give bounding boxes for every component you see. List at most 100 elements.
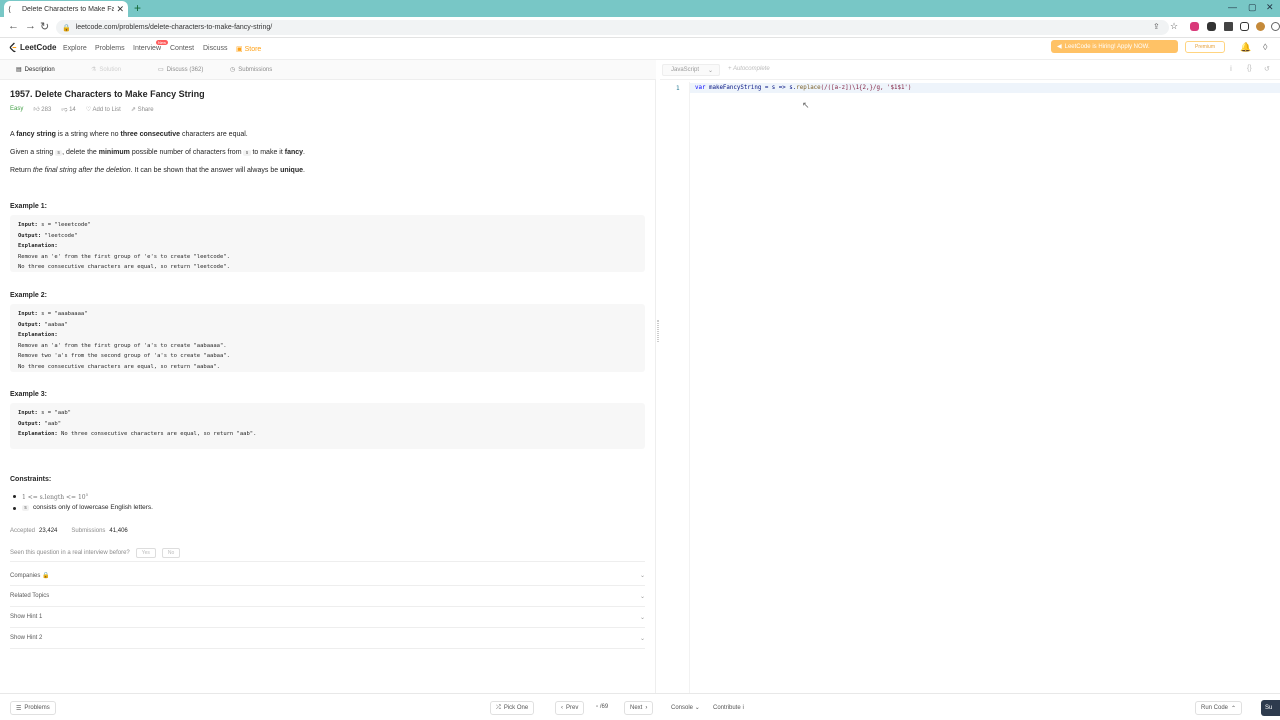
extension-icon[interactable] [1207, 22, 1216, 31]
tab-discuss[interactable]: ▭ Discuss (362) [158, 66, 204, 74]
reset-icon[interactable]: ↺ [1264, 65, 1270, 73]
contribute-link[interactable]: Contribute ⅰ [713, 704, 744, 711]
input-value: s = "aaabaaaa" [37, 311, 88, 317]
puzzle-icon[interactable] [1224, 22, 1233, 31]
example-heading: Example 2: [10, 292, 47, 299]
megaphone-icon: ◀ [1057, 44, 1062, 50]
input-label: Input: [18, 410, 38, 416]
info-icon[interactable]: ⅰ [1230, 65, 1232, 73]
close-window-icon[interactable]: ✕ [1266, 2, 1274, 13]
code-keyword: var [695, 85, 706, 91]
nav-explore[interactable]: Explore [63, 45, 87, 52]
tab-title: Delete Characters to Make Fancy [22, 5, 115, 13]
like-button[interactable]: 👍︎ 283 [33, 105, 51, 113]
line-gutter [660, 82, 690, 693]
constraints-heading: Constraints: [10, 476, 52, 483]
language-label: JavaScript [671, 67, 700, 73]
url-bar[interactable]: 🔒 leetcode.com/problems/delete-character… [56, 20, 1169, 35]
reload-icon[interactable]: ↻ [40, 20, 49, 33]
accordion-label: Related Topics [10, 593, 50, 599]
minimize-icon[interactable]: — [1228, 2, 1237, 12]
avatar[interactable] [1256, 22, 1265, 31]
text: , delete the [62, 149, 99, 156]
text: . It can be shown that the answer will a… [130, 167, 281, 174]
new-tab-icon[interactable]: + [134, 1, 141, 15]
braces-icon[interactable]: {} [1247, 65, 1252, 72]
code-line[interactable]: var makeFancyString = s => s.replace(/([… [695, 85, 911, 91]
tab-description[interactable]: ▤ Description [16, 66, 55, 74]
nav-store[interactable]: ▣ Store [236, 45, 261, 53]
page-indicator[interactable]: ▫ /69 [596, 704, 608, 710]
panel-resize-handle[interactable] [657, 320, 659, 342]
maximize-icon[interactable]: ▢ [1248, 2, 1257, 13]
code-identifier: makeFancyString [705, 85, 762, 91]
browser-tab[interactable]: ⟨ Delete Characters to Make Fancy ✕ [4, 1, 128, 17]
next-button[interactable]: Next › [624, 701, 654, 715]
accordion-related-topics[interactable]: Related Topics ⌄ [10, 586, 645, 607]
explanation-line: Remove an 'a' from the first group of 'a… [18, 342, 227, 349]
sidebar-icon[interactable] [1240, 22, 1249, 31]
back-icon[interactable]: ← [8, 20, 19, 32]
output-value: "aab" [41, 420, 62, 427]
notification-bell-icon[interactable]: 🔔 [1240, 42, 1251, 53]
explanation-line: No three consecutive characters are equa… [18, 264, 230, 271]
chevron-left-icon: ‹ [561, 705, 563, 711]
language-select[interactable]: JavaScript ⌄ [662, 64, 720, 76]
seen-question-text: Seen this question in a real interview b… [10, 550, 130, 556]
bullet-icon [13, 495, 16, 498]
coin-icon[interactable]: ◊ [1263, 42, 1267, 52]
nav-problems[interactable]: Problems [95, 45, 125, 52]
text: is a string where no [55, 131, 121, 138]
input-label: Input: [18, 222, 38, 228]
autocomplete-toggle[interactable]: + Autocomplete [728, 66, 770, 72]
hiring-banner[interactable]: ◀ LeetCode is Hiring! Apply NOW. [1051, 40, 1178, 53]
pick-one-button[interactable]: ⤮ Pick One [490, 701, 535, 715]
logo[interactable]: LeetCode [9, 42, 56, 53]
share-page-icon[interactable]: ⇪ [1153, 22, 1160, 31]
description-icon: ▤ [16, 67, 22, 73]
inline-code: s [22, 504, 30, 511]
accordion-companies[interactable]: Companies 🔒 ⌄ [10, 565, 645, 586]
console-toggle[interactable]: Console ⌄ [671, 704, 700, 711]
extension-icon[interactable] [1190, 22, 1199, 31]
constraint-exponent: 5 [85, 492, 89, 497]
example-output: Output: "aabaa" [18, 320, 637, 331]
text: characters are equal. [180, 131, 248, 138]
share-button[interactable]: ⇗ Share [131, 106, 154, 113]
close-tab-icon[interactable]: ✕ [116, 4, 124, 15]
tab-submissions[interactable]: ◷ Submissions [230, 66, 272, 74]
text-bold: unique [280, 167, 304, 174]
add-to-list-button[interactable]: ♡ Add to List [86, 106, 121, 113]
lock-icon: 🔒 [62, 24, 71, 32]
bookmark-star-icon[interactable]: ☆ [1170, 21, 1178, 32]
text: Given a string [10, 149, 56, 156]
constraint-length: 1 <= s.length <= 10 [22, 494, 86, 501]
nav-contest[interactable]: Contest [170, 45, 194, 52]
no-button[interactable]: No [161, 548, 181, 558]
nav-interview[interactable]: Interview [133, 45, 161, 52]
premium-button[interactable]: Premium [1185, 41, 1225, 53]
submit-button[interactable]: Su [1261, 700, 1280, 716]
tab-solution[interactable]: ⚗ Solution [91, 66, 121, 74]
description-paragraph: Given a string s , delete the minimum pos… [10, 149, 305, 156]
prev-button[interactable]: ‹ Prev [555, 701, 585, 715]
chevron-down-icon: ⌄ [639, 593, 645, 600]
add-to-list-label: Add to List [92, 106, 121, 113]
tab-discuss-label: Discuss (362) [166, 66, 204, 73]
forward-icon[interactable]: → [25, 20, 36, 32]
example-input: Input: s = "leeetcode" [18, 220, 637, 231]
accordion-hint-2[interactable]: Show Hint 2 ⌄ [10, 628, 645, 649]
nav-discuss[interactable]: Discuss [203, 45, 228, 52]
menu-icon[interactable] [1271, 22, 1280, 31]
stats-row: Accepted 23,424 Submissions 41,406 [10, 528, 138, 534]
run-code-button[interactable]: Run Code ⌃ [1195, 701, 1243, 715]
example-box: Input: s = "aaabaaaa" Output: "aabaa" Ex… [10, 304, 645, 372]
problems-list-button[interactable]: ☰ Problems [10, 701, 56, 715]
dislike-button[interactable]: 👎︎ 14 [61, 105, 75, 113]
example-heading: Example 1: [10, 203, 47, 210]
code-editor-panel: JavaScript ⌄ + Autocomplete ⅰ {} ↺ 1 var… [660, 60, 1280, 693]
text-bold: three consecutive [120, 131, 181, 138]
yes-button[interactable]: Yes [135, 548, 156, 558]
chevron-down-icon: ⌄ [694, 705, 700, 711]
accordion-hint-1[interactable]: Show Hint 1 ⌄ [10, 607, 645, 628]
